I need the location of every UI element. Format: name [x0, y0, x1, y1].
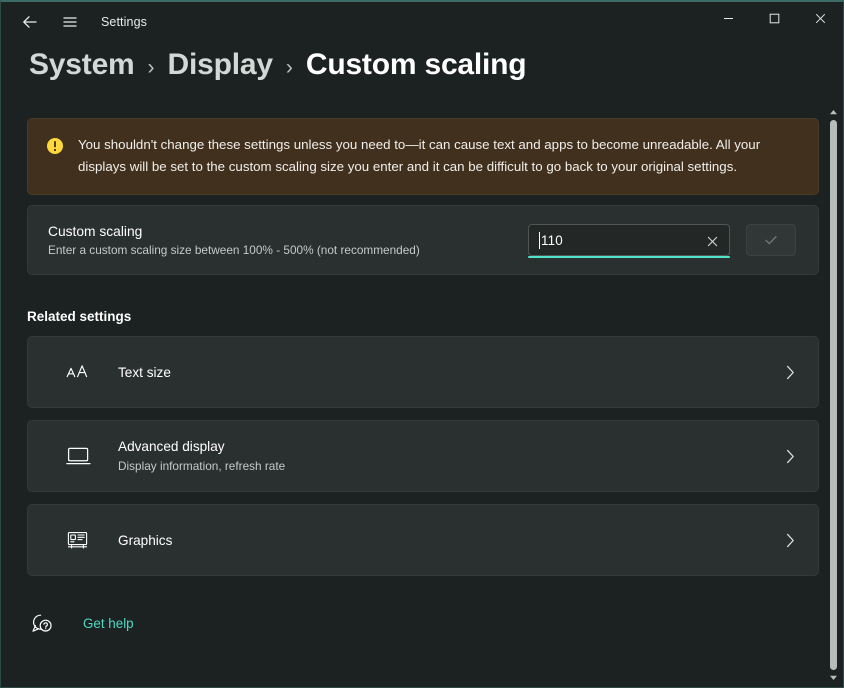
app-title: Settings — [101, 15, 147, 29]
warning-banner: You shouldn't change these settings unle… — [27, 118, 819, 195]
scrollbar-thumb[interactable] — [830, 120, 837, 670]
chevron-right-icon — [782, 365, 798, 380]
warning-exclamation-icon — [46, 137, 64, 155]
breadcrumb-item-system[interactable]: System — [29, 48, 135, 82]
minimize-icon[interactable] — [705, 2, 751, 34]
warning-text: You shouldn't change these settings unle… — [78, 134, 790, 177]
breadcrumb-separator: › — [148, 56, 155, 80]
setting-title: Advanced display — [118, 437, 782, 456]
text-size-icon — [66, 363, 102, 382]
get-help-label[interactable]: Get help — [83, 616, 134, 631]
custom-scaling-card: Custom scaling Enter a custom scaling si… — [27, 205, 819, 275]
page-title: Custom scaling — [306, 48, 527, 82]
custom-scaling-input-value: 110 — [529, 233, 563, 248]
chevron-up-icon[interactable] — [827, 106, 840, 119]
help-question-icon — [31, 612, 55, 634]
content-area: You shouldn't change these settings unle… — [1, 106, 844, 688]
title-bar: Settings — [1, 2, 843, 42]
setting-texts: Text size — [118, 363, 782, 382]
breadcrumb-item-display[interactable]: Display — [168, 48, 273, 82]
breadcrumb: System › Display › Custom scaling — [1, 42, 843, 100]
chevron-right-icon — [782, 449, 798, 464]
monitor-icon — [66, 446, 102, 466]
back-arrow-icon[interactable] — [11, 7, 49, 37]
custom-scaling-input[interactable]: 110 — [528, 224, 730, 256]
setting-row-text-size[interactable]: Text size — [27, 336, 819, 408]
vertical-scrollbar[interactable] — [827, 106, 840, 684]
chevron-down-icon[interactable] — [827, 671, 840, 684]
hamburger-menu-icon[interactable] — [51, 7, 89, 37]
custom-scaling-subtitle: Enter a custom scaling size between 100%… — [48, 242, 528, 259]
settings-window: Settings System › Display › Custom scali… — [0, 0, 844, 688]
graphics-card-icon — [66, 530, 102, 551]
close-icon[interactable] — [797, 2, 843, 34]
setting-texts: Advanced display Display information, re… — [118, 437, 782, 475]
setting-texts: Graphics — [118, 531, 782, 550]
clear-input-icon[interactable] — [701, 230, 723, 252]
chevron-right-icon — [782, 533, 798, 548]
breadcrumb-separator: › — [286, 56, 293, 80]
custom-scaling-texts: Custom scaling Enter a custom scaling si… — [48, 222, 528, 259]
maximize-icon[interactable] — [751, 2, 797, 34]
window-controls — [705, 2, 843, 34]
related-settings-heading: Related settings — [27, 309, 819, 324]
setting-title: Graphics — [118, 531, 782, 550]
get-help-row[interactable]: Get help — [27, 611, 819, 635]
text-caret — [539, 232, 540, 249]
setting-row-graphics[interactable]: Graphics — [27, 504, 819, 576]
setting-row-advanced-display[interactable]: Advanced display Display information, re… — [27, 420, 819, 492]
setting-title: Text size — [118, 363, 782, 382]
scrollbar-track[interactable] — [830, 119, 837, 671]
confirm-scaling-button[interactable] — [746, 224, 796, 256]
custom-scaling-title: Custom scaling — [48, 222, 528, 241]
setting-subtitle: Display information, refresh rate — [118, 458, 782, 475]
